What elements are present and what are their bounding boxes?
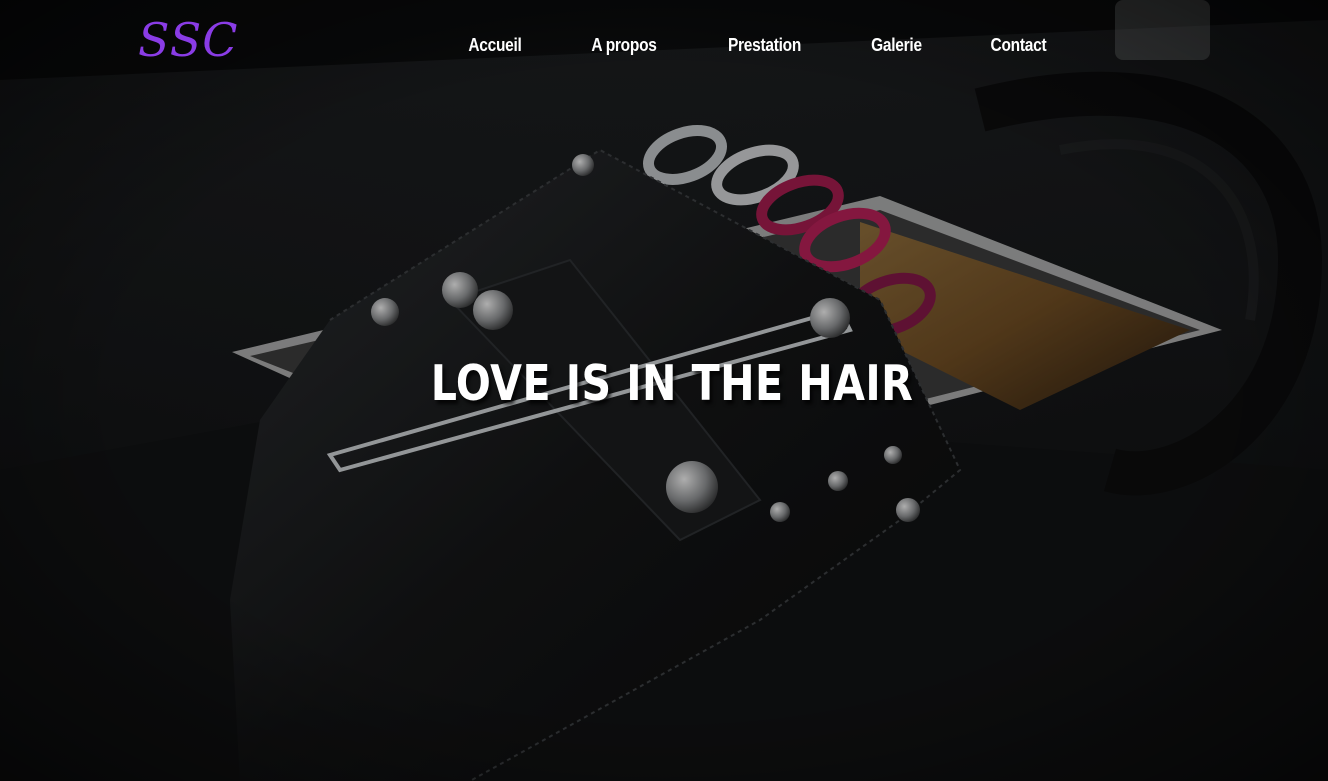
nav-item-contact[interactable]: Contact [965,30,1072,60]
nav-item-galerie[interactable]: Galerie [845,30,947,60]
nav-item-accueil[interactable]: Accueil [443,30,548,60]
site-header: SSC Accueil A propos Prestation Galerie … [0,0,1328,90]
hero-title: LOVE IS IN THE HAIR [430,355,914,412]
nav-item-prestation[interactable]: Prestation [702,30,827,60]
nav-item-a-propos[interactable]: A propos [565,30,682,60]
main-nav: Accueil A propos Prestation Galerie Cont… [434,30,1081,60]
site-logo[interactable]: SSC [138,10,238,70]
